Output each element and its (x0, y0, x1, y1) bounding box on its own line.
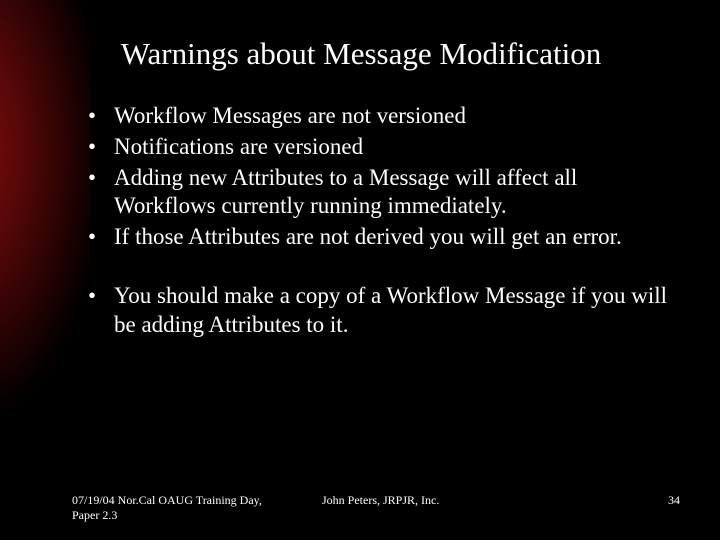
bullet-item: Workflow Messages are not versioned (88, 102, 680, 131)
footer-date-event: 07/19/04 Nor.Cal OAUG Training Day, Pape… (72, 493, 262, 522)
slide: Warnings about Message Modification Work… (0, 0, 720, 540)
spacer (72, 254, 680, 282)
bullet-item: If those Attributes are not derived you … (88, 223, 680, 252)
footer: 07/19/04 Nor.Cal OAUG Training Day, Pape… (72, 493, 680, 522)
slide-number: 34 (620, 493, 680, 508)
footer-author: John Peters, JRPJR, Inc. (262, 493, 620, 508)
slide-title: Warnings about Message Modification (42, 36, 680, 72)
bullet-group-2: You should make a copy of a Workflow Mes… (72, 282, 680, 340)
bullet-group-1: Workflow Messages are not versioned Noti… (72, 102, 680, 252)
bullet-item: Adding new Attributes to a Message will … (88, 164, 680, 222)
bullet-item: You should make a copy of a Workflow Mes… (88, 282, 680, 340)
bullet-item: Notifications are versioned (88, 133, 680, 162)
